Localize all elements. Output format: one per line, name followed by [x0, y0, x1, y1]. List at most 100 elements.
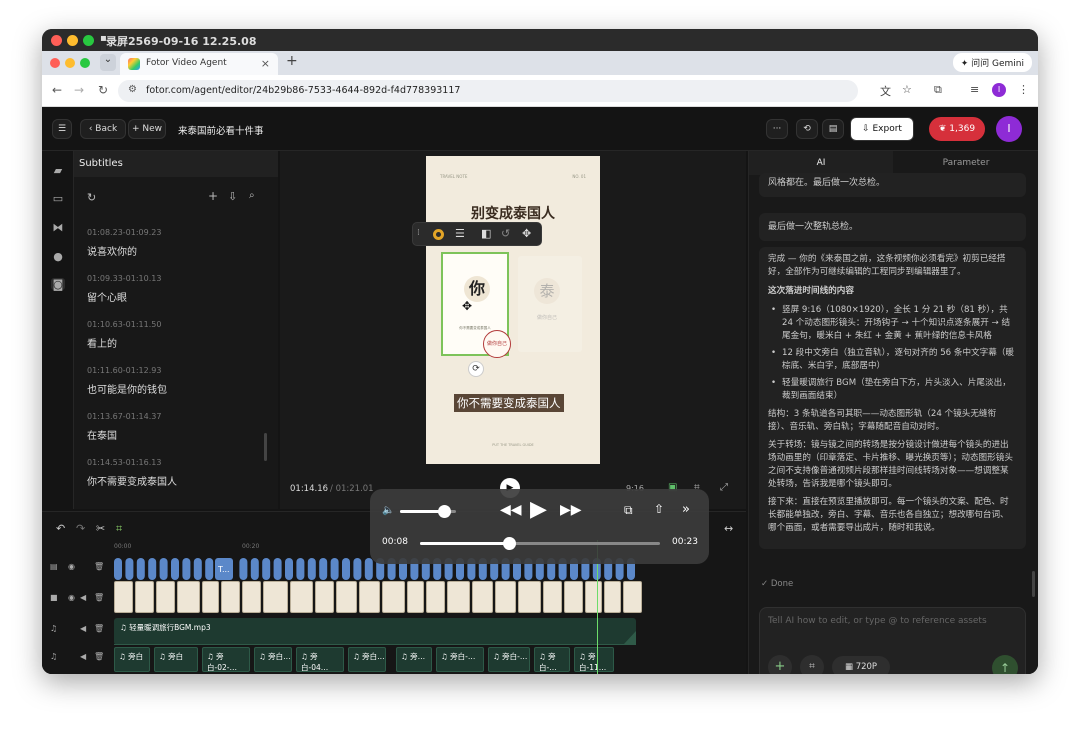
video-clip-thumbnail[interactable]: [156, 581, 175, 613]
video-clip-thumbnail[interactable]: [407, 581, 424, 613]
subtitle-clip[interactable]: [136, 558, 145, 580]
translate-icon[interactable]: 文: [880, 83, 891, 99]
screenshot-icon[interactable]: ⌗: [800, 655, 824, 674]
visibility-icon[interactable]: ◉: [68, 593, 75, 602]
drag-grip-icon[interactable]: ⁞: [417, 228, 420, 238]
layers-icon[interactable]: ◧: [481, 227, 491, 240]
audio-icon[interactable]: ◀: [80, 593, 86, 602]
voice-clip[interactable]: ♫ 旁白…: [254, 647, 292, 672]
voice-clip[interactable]: ♫ 旁白…: [348, 647, 386, 672]
voice-clip[interactable]: ♫ 旁白-…: [488, 647, 530, 672]
project-title[interactable]: 来泰国前必看十件事: [178, 123, 264, 137]
video-clip-thumbnail[interactable]: [382, 581, 405, 613]
bookmark-star-icon[interactable]: ☆: [902, 83, 912, 96]
subtitle-text[interactable]: 留个心眼: [87, 289, 267, 304]
user-avatar[interactable]: I: [996, 116, 1022, 142]
video-clip-thumbnail[interactable]: [472, 581, 493, 613]
subtitle-item[interactable]: 01:11.60-01:12.93 也可能是你的钱包: [87, 366, 267, 396]
resolution-select[interactable]: ▦ 720P: [832, 656, 890, 674]
fast-forward-icon[interactable]: ▶▶: [560, 502, 582, 518]
volume-icon[interactable]: 🔈: [382, 505, 394, 516]
voice-clip[interactable]: ♫ 旁白-02-…: [202, 647, 250, 672]
subtitle-clip[interactable]: [319, 558, 328, 580]
subtitle-clip[interactable]: [307, 558, 316, 580]
video-clip-thumbnail[interactable]: [495, 581, 516, 613]
video-clip-thumbnail[interactable]: [221, 581, 240, 613]
undo-rotate-icon[interactable]: ↺: [501, 227, 510, 240]
browser-zoom-dot[interactable]: [80, 58, 90, 68]
send-button[interactable]: ↑: [992, 655, 1018, 674]
chat-input-box[interactable]: Tell AI how to edit, or type @ to refere…: [759, 607, 1026, 674]
browser-min-dot[interactable]: [65, 58, 75, 68]
bgm-clip[interactable]: ♫ 轻量暖调旅行BGM.mp3: [114, 618, 636, 645]
voice-clip[interactable]: ♫ 旁白-…: [436, 647, 484, 672]
subtitle-clip[interactable]: [239, 558, 248, 580]
menu-button[interactable]: ☰: [52, 119, 72, 139]
caption-text[interactable]: 你不需要变成泰国人: [454, 394, 564, 412]
subtitle-clip[interactable]: [250, 558, 259, 580]
voice-clip[interactable]: ♫ 旁白-11…: [574, 647, 614, 672]
subtitle-text[interactable]: 也可能是你的钱包: [87, 381, 267, 396]
voice-clip[interactable]: ♫ 旁白: [154, 647, 198, 672]
more-button[interactable]: ···: [766, 119, 788, 139]
move-icon[interactable]: ✥: [522, 227, 531, 240]
tab-list-button[interactable]: ⌄: [100, 54, 116, 71]
video-clip-thumbnail[interactable]: [564, 581, 583, 613]
video-clip-thumbnail[interactable]: [177, 581, 200, 613]
forward-arrow-icon[interactable]: →: [74, 83, 84, 97]
video-clip-thumbnail[interactable]: [135, 581, 154, 613]
transition-icon[interactable]: ⧓: [51, 221, 65, 234]
delete-icon[interactable]: 🗑: [94, 652, 104, 661]
video-clip-thumbnail[interactable]: [623, 581, 642, 613]
subtitle-clip[interactable]: [273, 558, 282, 580]
share-icon[interactable]: ⇧: [654, 502, 664, 516]
export-button[interactable]: ⇩ Export: [850, 117, 914, 141]
video-clip-thumbnail[interactable]: [359, 581, 380, 613]
subtitles-icon[interactable]: ◙: [51, 278, 65, 291]
profile-avatar[interactable]: I: [992, 83, 1006, 97]
player-progress[interactable]: [420, 537, 660, 550]
video-clip-thumbnail[interactable]: [242, 581, 261, 613]
site-settings-icon[interactable]: ⚙: [128, 84, 137, 95]
subtitle-item[interactable]: 01:10.63-01:11.50 看上的: [87, 320, 267, 350]
color-ring-icon[interactable]: [433, 229, 444, 240]
back-button[interactable]: ‹ Back: [80, 119, 126, 139]
voice-clip[interactable]: ♫ 旁…: [396, 647, 432, 672]
document-panel-icon[interactable]: ▤: [822, 119, 844, 139]
search-subtitle-icon[interactable]: ⌕: [249, 190, 255, 201]
align-icon[interactable]: ☰: [455, 227, 465, 240]
subtitle-clip[interactable]: [205, 558, 214, 580]
video-clip-thumbnail[interactable]: [336, 581, 357, 613]
zoom-fit-icon[interactable]: ↔: [724, 522, 733, 535]
delete-icon[interactable]: 🗑: [94, 593, 104, 602]
media-icon[interactable]: ▭: [51, 192, 65, 205]
undo-icon[interactable]: ↶: [56, 522, 65, 535]
subtitle-clip[interactable]: [262, 558, 271, 580]
url-field[interactable]: ⚙ fotor.com/agent/editor/24b29b86-7533-4…: [118, 80, 858, 102]
history-icon[interactable]: ⟲: [796, 119, 818, 139]
browser-close-dot[interactable]: [50, 58, 60, 68]
video-clip-thumbnail[interactable]: [604, 581, 621, 613]
subtitle-item[interactable]: 01:14.53-01:16.13 你不需要变成泰国人: [87, 458, 267, 488]
subtitle-text[interactable]: 看上的: [87, 335, 267, 350]
delete-icon[interactable]: 🗑: [94, 624, 104, 633]
subtitle-clip[interactable]: [330, 558, 339, 580]
selected-card[interactable]: 你 你不需要变成泰国人 做你自己: [441, 252, 511, 358]
video-clip-thumbnail[interactable]: [202, 581, 219, 613]
volume-knob[interactable]: [437, 505, 451, 518]
minimize-dot[interactable]: [67, 35, 78, 46]
subtitle-clip[interactable]: [193, 558, 202, 580]
redo-icon[interactable]: ↷: [76, 522, 85, 535]
subtitle-text[interactable]: 说喜欢你的: [87, 243, 267, 258]
volume-slider[interactable]: [400, 505, 456, 518]
video-clip-thumbnail[interactable]: [543, 581, 562, 613]
magnet-icon[interactable]: ⌗: [116, 522, 122, 536]
subtitle-text[interactable]: 在泰国: [87, 427, 267, 442]
download-icon[interactable]: ⇩: [228, 190, 237, 203]
new-tab-button[interactable]: +: [286, 53, 298, 69]
rewind-icon[interactable]: ◀◀: [500, 502, 522, 518]
more-controls-icon[interactable]: »: [682, 502, 690, 517]
folder-icon[interactable]: ▰: [51, 164, 65, 177]
subtitle-clip[interactable]: [159, 558, 168, 580]
browser-menu-icon[interactable]: ⋮: [1018, 83, 1029, 96]
